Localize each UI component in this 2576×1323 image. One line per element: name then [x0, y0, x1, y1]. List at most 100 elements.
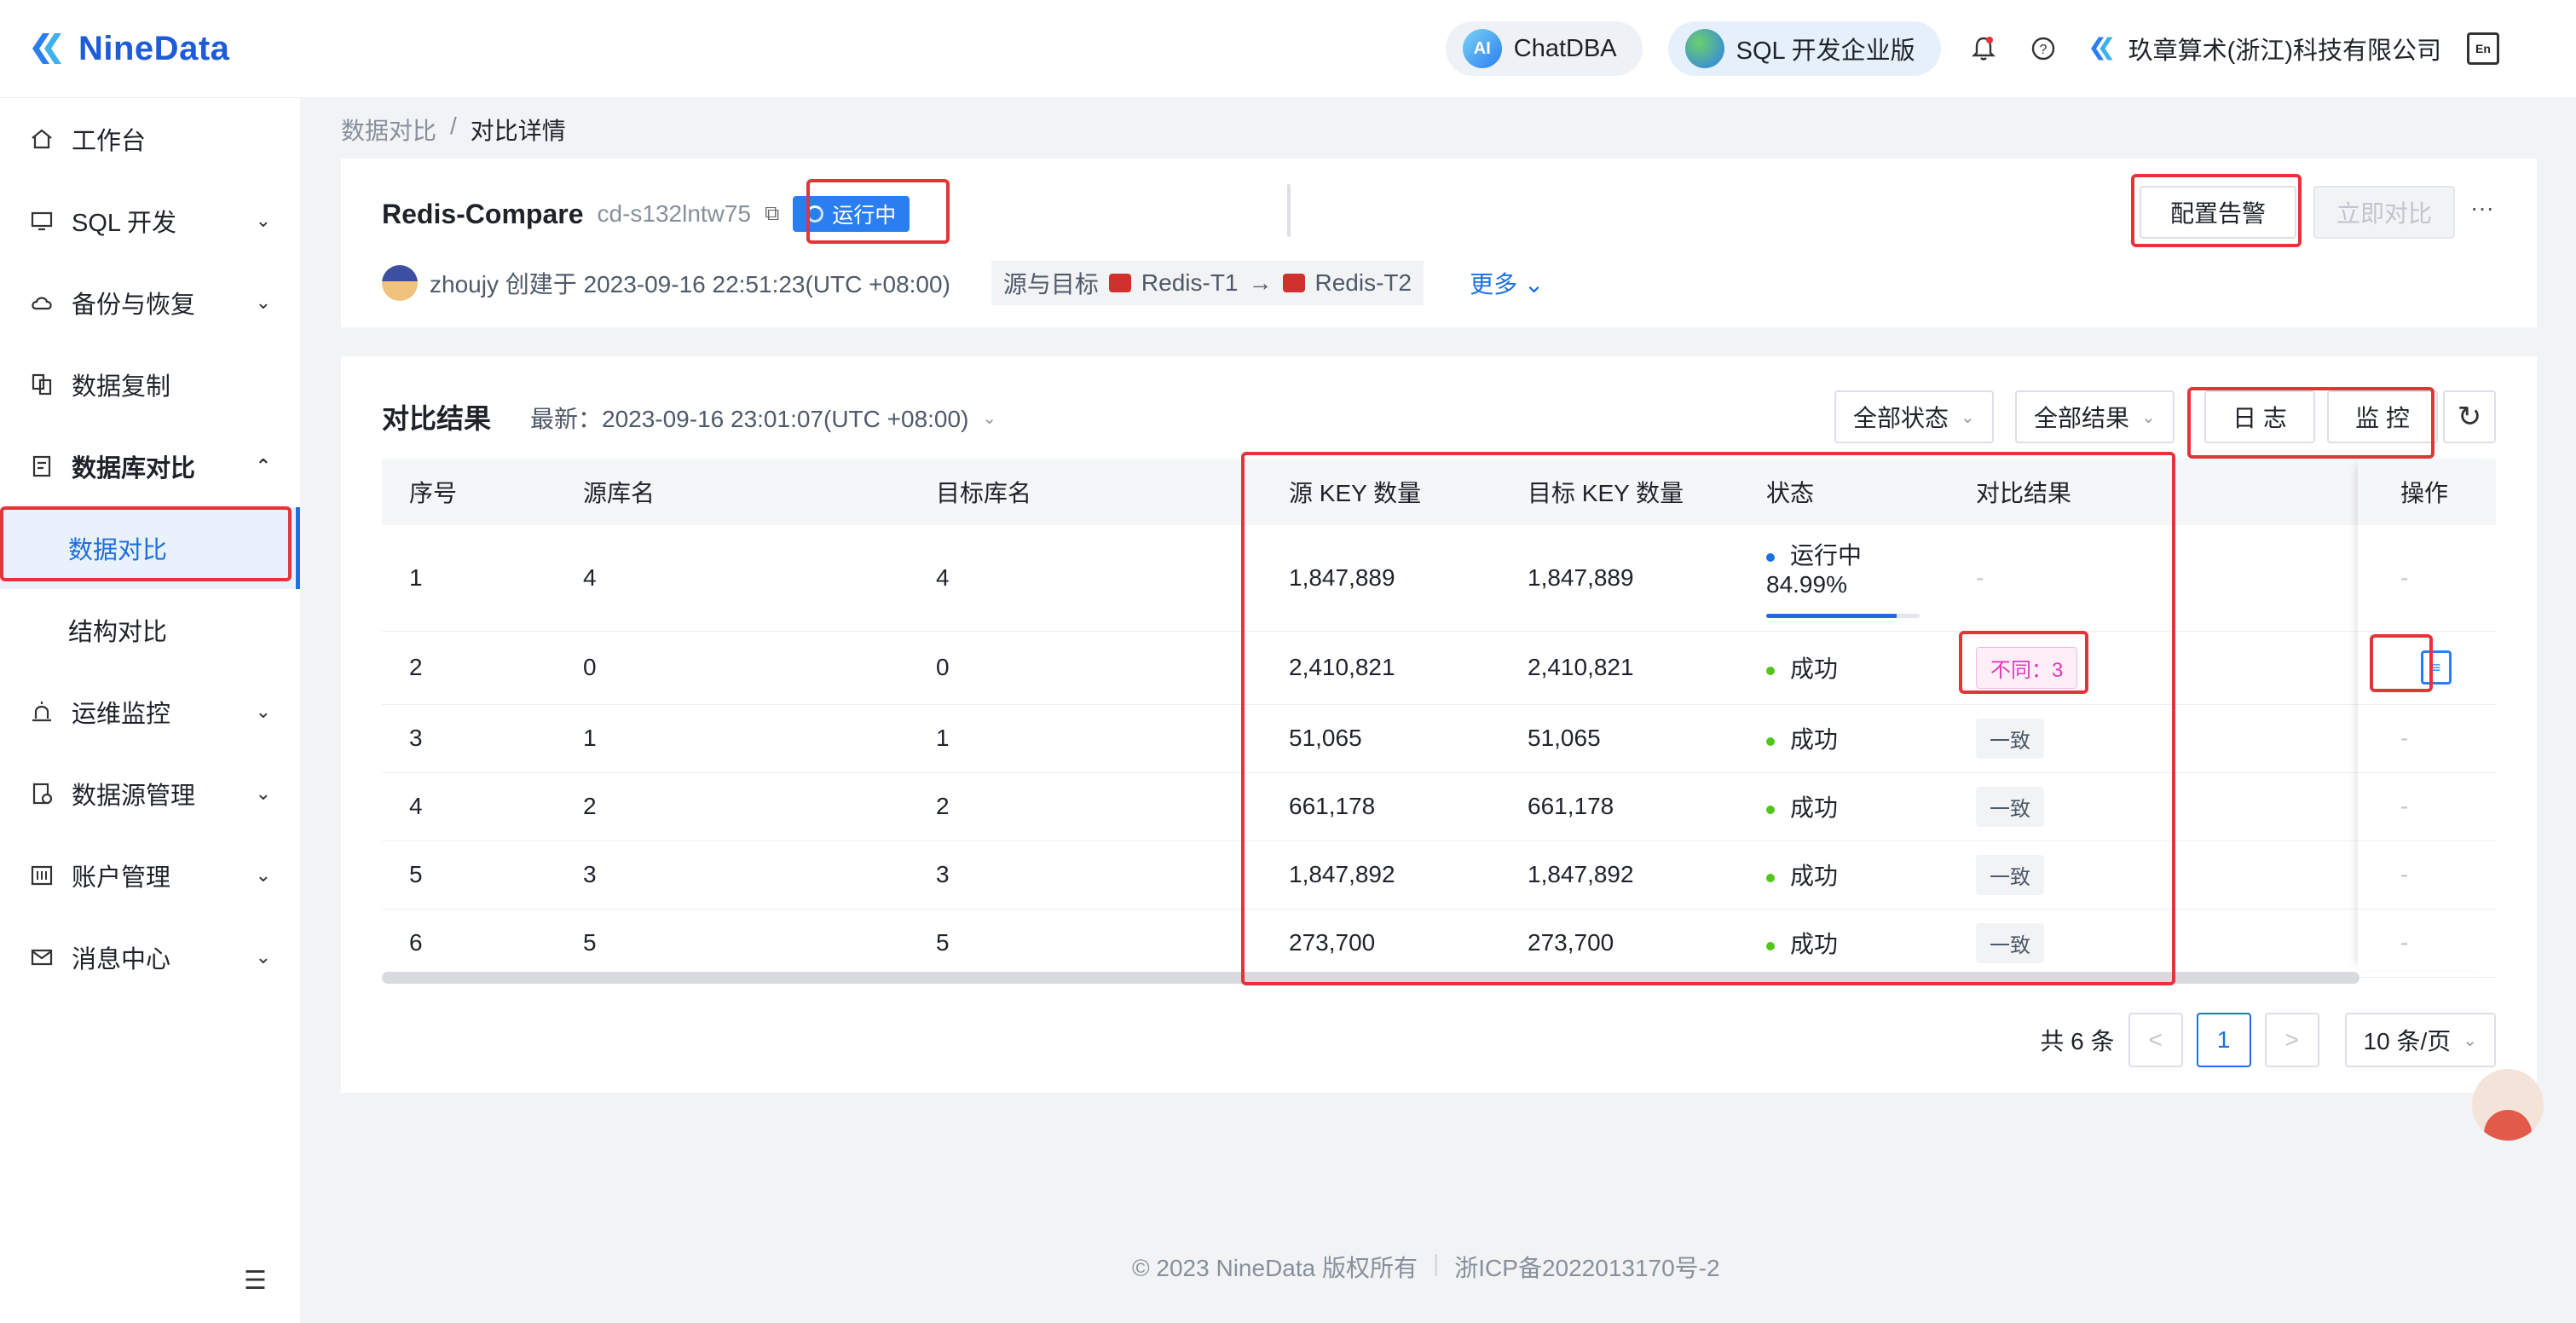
company-name: 玖章算术(浙江)科技有限公司 — [2128, 38, 2441, 65]
latest-run-selector[interactable]: 最新：2023-09-16 23:01:07(UTC +08:00) ⌄ — [530, 401, 996, 435]
results-card: 对比结果 最新：2023-09-16 23:01:07(UTC +08:00) … — [341, 356, 2537, 1093]
support-avatar-icon[interactable] — [2472, 1069, 2544, 1141]
configure-alert-button[interactable]: 配置告警 — [2140, 186, 2296, 239]
cell-src-db: 1 — [556, 704, 909, 773]
sidebar-item-label: 运维监控 — [72, 701, 171, 728]
column-header: 目标 KEY 数量 — [1528, 480, 1684, 506]
cell-result: 不同：3 — [1949, 631, 2400, 705]
breadcrumb-parent[interactable]: 数据对比 — [341, 113, 436, 147]
chevron-down-icon: ⌄ — [255, 701, 271, 722]
cell-status: 成功 — [1739, 841, 1949, 910]
cell-op: - — [2400, 909, 2496, 978]
column-header: 目标库名 — [936, 480, 1032, 506]
table-row: 4 2 2 661,178 661,178 成功 一致 - — [382, 772, 2496, 841]
status-text: 成功 — [1790, 726, 1839, 753]
chatdba-label: ChatDBA — [1513, 34, 1617, 62]
cell-no: 4 — [382, 772, 556, 841]
sidebar-item-workbench[interactable]: 工作台 — [0, 98, 300, 180]
horizontal-scrollbar[interactable] — [382, 972, 2359, 984]
cell-no: 6 — [382, 909, 556, 978]
more-actions-icon[interactable]: ··· — [2470, 194, 2494, 222]
status-filter-value: 全部状态 — [1853, 405, 1949, 431]
status-dot — [1766, 873, 1775, 882]
monitor-button[interactable]: 监 控 — [2327, 390, 2438, 443]
cell-result: 一致 — [1949, 772, 2400, 841]
chevron-down-icon: ⌄ — [255, 292, 271, 313]
icp-link[interactable]: 浙ICP备2022013170号-2 — [1454, 1250, 1719, 1284]
status-dot — [1766, 805, 1775, 814]
cell-status: 成功 — [1739, 772, 1949, 841]
sidebar-item-label: 数据库对比 — [72, 455, 196, 482]
table-row: 6 5 5 273,700 273,700 成功 一致 - — [382, 909, 2496, 978]
breadcrumb-current: 对比详情 — [470, 118, 566, 144]
page-size-value: 10 条/页 — [2363, 1028, 2452, 1054]
sidebar-item-messages[interactable]: 消息中心 ⌄ — [0, 916, 300, 998]
sidebar-item-data-compare[interactable]: 数据对比 — [0, 507, 300, 589]
cell-tgt-db: 4 — [909, 525, 1262, 632]
sidebar-item-schema-compare[interactable]: 结构对比 — [0, 589, 300, 671]
prev-page-button[interactable]: < — [2128, 1013, 2183, 1067]
collapse-sidebar-icon[interactable]: ☰ — [244, 1266, 267, 1296]
chevron-down-icon: ⌄ — [1961, 407, 1975, 427]
cell-result: 一致 — [1949, 909, 2400, 978]
sidebar-item-monitoring[interactable]: 运维监控 ⌄ — [0, 671, 300, 753]
cell-src-db: 2 — [556, 772, 909, 841]
cell-src-keys: 1,847,892 — [1262, 841, 1500, 910]
cell-src-keys: 661,178 — [1262, 772, 1500, 841]
sidebar-item-db-compare[interactable]: 数据库对比 ⌃ — [0, 425, 300, 507]
result-filter[interactable]: 全部结果 ⌄ — [2015, 390, 2175, 443]
refresh-icon[interactable]: ↻ — [2443, 390, 2496, 443]
chevron-down-icon: ⌄ — [982, 408, 997, 428]
sql-edition-button[interactable]: SQL 开发企业版 — [1667, 21, 1941, 76]
cell-tgt-keys: 661,178 — [1500, 772, 1739, 841]
avatar — [382, 265, 418, 301]
status-filter[interactable]: 全部状态 ⌄ — [1834, 390, 1994, 443]
sidebar-item-sql-dev[interactable]: SQL 开发 ⌄ — [0, 180, 300, 262]
cell-tgt-db: 5 — [909, 909, 1262, 978]
sidebar-item-account[interactable]: 账户管理 ⌄ — [0, 835, 300, 916]
log-button[interactable]: 日 志 — [2204, 390, 2315, 443]
svg-text:?: ? — [2039, 43, 2047, 57]
table-row: 3 1 1 51,065 51,065 成功 一致 - — [382, 704, 2496, 773]
results-title: 对比结果 — [382, 403, 492, 434]
sidebar-item-backup[interactable]: 备份与恢复 ⌄ — [0, 262, 300, 344]
company-logo-icon — [2090, 37, 2113, 61]
sidebar-item-label: 数据源管理 — [72, 783, 196, 810]
cell-tgt-keys: 273,700 — [1500, 909, 1739, 978]
sidebar-item-replication[interactable]: 数据复制 — [0, 344, 300, 425]
chevron-down-icon: ⌄ — [255, 783, 271, 804]
company-switcher[interactable]: 玖章算术(浙江)科技有限公司 — [2086, 31, 2441, 66]
home-icon — [29, 126, 55, 152]
page-size-select[interactable]: 10 条/页 ⌄ — [2344, 1013, 2496, 1067]
sidebar: 工作台 SQL 开发 ⌄ 备份与恢复 ⌄ 数据复制 数据库对比 ⌃ 数据对比 结… — [0, 97, 300, 1323]
copyright: © 2023 NineData 版权所有 — [1132, 1255, 1418, 1281]
cell-status: 成功 — [1739, 631, 1949, 705]
bell-icon[interactable] — [1967, 32, 2001, 66]
same-tag: 一致 — [1976, 786, 2044, 827]
doc-icon[interactable]: ≡ — [2421, 650, 2452, 685]
next-page-button[interactable]: > — [2264, 1013, 2319, 1067]
task-header-card: Redis-Compare cd-s132lntw75 ⧉ 运行中 zhoujy… — [341, 159, 2537, 327]
copy-icon[interactable]: ⧉ — [765, 202, 779, 226]
ninedata-logo-icon — [32, 33, 61, 64]
help-icon[interactable]: ? — [2026, 32, 2060, 66]
total-count: 共 6 条 — [2040, 1028, 2115, 1054]
diff-tag[interactable]: 不同：3 — [1976, 646, 2078, 689]
language-icon[interactable]: En — [2467, 32, 2499, 65]
chatdba-button[interactable]: AI ChatDBA — [1445, 21, 1643, 76]
cell-tgt-keys: 1,847,892 — [1500, 841, 1739, 910]
compare-now-button[interactable]: 立即对比 — [2313, 186, 2455, 239]
cell-no: 5 — [382, 841, 556, 910]
page-1-button[interactable]: 1 — [2196, 1013, 2251, 1067]
sidebar-item-label: SQL 开发 — [72, 210, 177, 237]
redis-icon — [1282, 274, 1305, 292]
chevron-down-icon: ⌄ — [255, 946, 271, 968]
cell-no: 2 — [382, 631, 556, 705]
sidebar-item-datasource[interactable]: 数据源管理 ⌄ — [0, 753, 300, 835]
more-link[interactable]: 更多 ⌄ — [1470, 266, 1544, 300]
logo[interactable]: NineData — [26, 28, 229, 69]
same-tag: 一致 — [1976, 718, 2044, 759]
status-dot — [1766, 941, 1775, 950]
status-dot — [1766, 666, 1775, 675]
table-header: 序号 源库名 目标库名 源 KEY 数量 目标 KEY 数量 状态 对比结果 操… — [382, 459, 2496, 525]
